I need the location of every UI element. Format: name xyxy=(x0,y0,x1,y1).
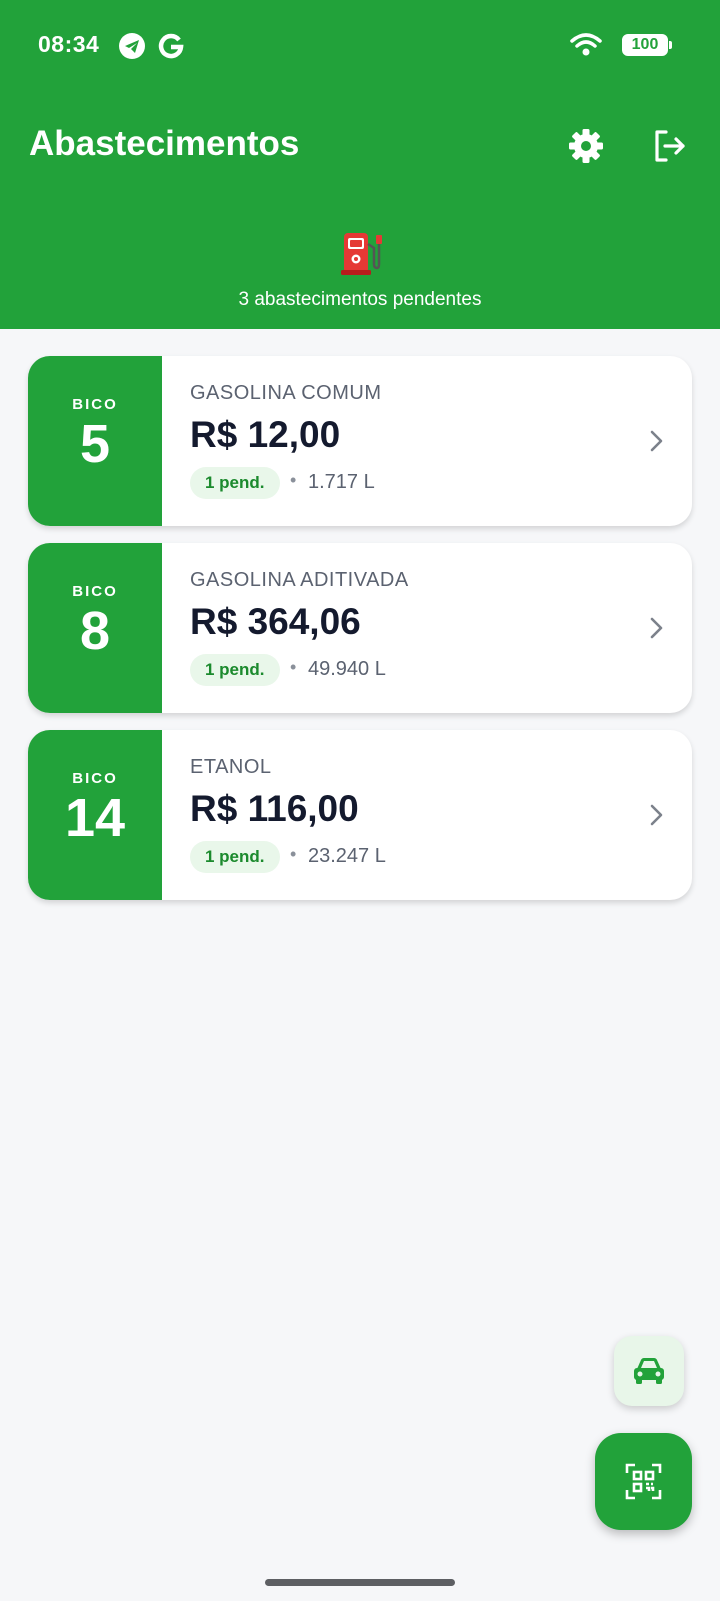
separator-dot: • xyxy=(290,470,297,490)
wifi-icon xyxy=(570,32,602,63)
status-time: 08:34 xyxy=(38,31,100,57)
pending-badge: 1 pend. xyxy=(190,654,280,686)
bico-number: 5 xyxy=(79,414,111,474)
pump-card-14[interactable]: BICO 14 ETANOL R$ 116,00 1 pend. • 23.24… xyxy=(28,730,692,900)
pending-badge: 1 pend. xyxy=(190,467,280,499)
chevron-right-icon xyxy=(646,426,666,456)
price-amount: R$ 12,00 xyxy=(190,414,341,455)
fuel-name: GASOLINA COMUM xyxy=(190,382,382,404)
app-header: 08:34 100 Abastecimentos 3 abastecimento… xyxy=(0,0,720,329)
price-amount: R$ 116,00 xyxy=(190,788,359,829)
pending-badge: 1 pend. xyxy=(190,841,280,873)
status-bar: 08:34 100 xyxy=(0,0,720,90)
page-title: Abastecimentos xyxy=(29,124,300,163)
bico-badge: BICO 5 xyxy=(28,356,162,526)
bico-label: BICO xyxy=(72,396,118,413)
battery-icon: 100 xyxy=(622,34,672,56)
google-icon xyxy=(158,32,184,65)
car-icon xyxy=(632,1356,666,1391)
pending-count-text: 3 abastecimentos pendentes xyxy=(238,289,482,310)
separator-dot: • xyxy=(290,657,297,677)
vehicle-button[interactable] xyxy=(614,1336,684,1406)
liters-value: 49.940 L xyxy=(308,658,386,680)
price-amount: R$ 364,06 xyxy=(190,601,361,642)
bico-badge: BICO 8 xyxy=(28,543,162,713)
qr-scan-icon xyxy=(625,1463,662,1505)
chevron-right-icon xyxy=(646,800,666,830)
pending-summary: 3 abastecimentos pendentes xyxy=(0,230,720,311)
bico-label: BICO xyxy=(72,583,118,600)
logout-icon[interactable] xyxy=(650,126,690,166)
bico-label: BICO xyxy=(72,770,118,787)
bico-badge: BICO 14 xyxy=(28,730,162,900)
bico-number: 8 xyxy=(79,601,111,661)
bico-number: 14 xyxy=(64,788,126,848)
pump-card-8[interactable]: BICO 8 GASOLINA ADITIVADA R$ 364,06 1 pe… xyxy=(28,543,692,713)
telegram-icon xyxy=(118,32,146,65)
chevron-right-icon xyxy=(646,613,666,643)
gear-icon[interactable] xyxy=(566,126,606,166)
separator-dot: • xyxy=(290,844,297,864)
fuel-name: ETANOL xyxy=(190,756,272,778)
liters-value: 1.717 L xyxy=(308,471,375,493)
qr-scan-button[interactable] xyxy=(595,1433,692,1530)
pump-card-5[interactable]: BICO 5 GASOLINA COMUM R$ 12,00 1 pend. •… xyxy=(28,356,692,526)
home-indicator[interactable] xyxy=(265,1579,455,1586)
fuel-pump-icon xyxy=(336,233,384,280)
liters-value: 23.247 L xyxy=(308,845,386,867)
fuel-name: GASOLINA ADITIVADA xyxy=(190,569,409,591)
